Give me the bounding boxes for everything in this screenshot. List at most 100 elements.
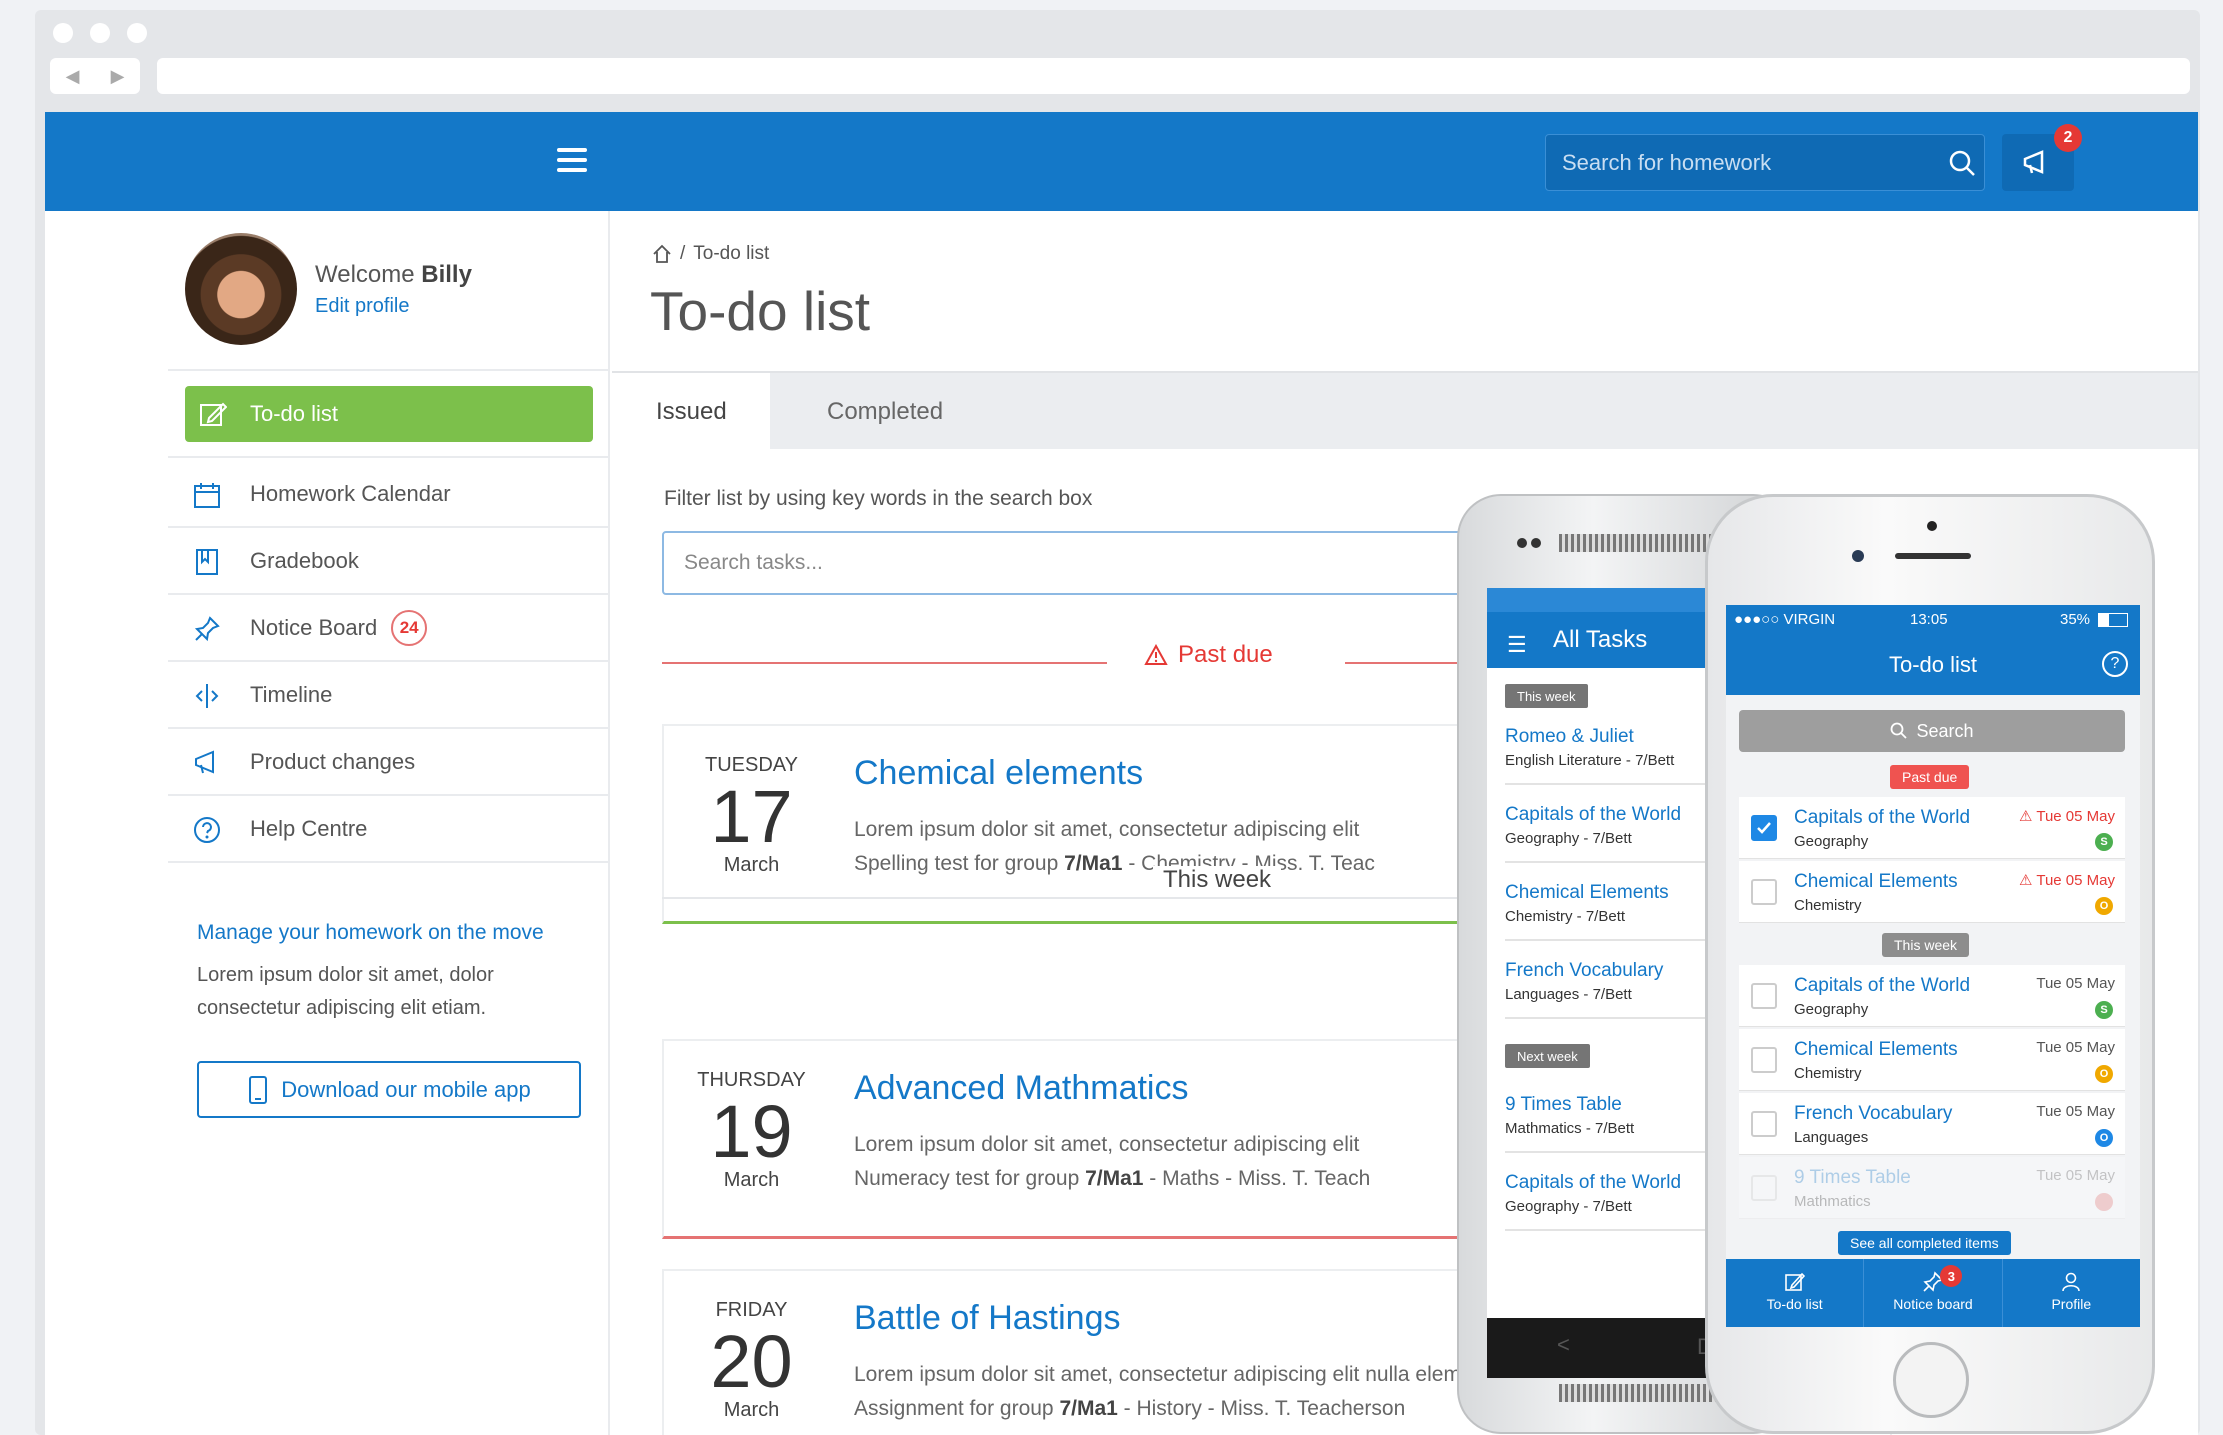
breadcrumb-current: To-do list [693,243,770,264]
list-item[interactable]: 9 Times Table Mathmatics Tue 05 May [1739,1157,2125,1219]
list-item[interactable]: Capitals of the World Geography ⚠ Tue 05 … [1739,797,2125,859]
back-icon[interactable]: < [1557,1332,1570,1358]
sidebar-item-todo-list[interactable]: To-do list [185,386,593,442]
window-minimize-dot[interactable] [90,23,110,43]
tabs: Issued Completed [612,371,2198,451]
due-date: ⚠ Tue 05 May [2019,872,2115,889]
tab-issued[interactable]: Issued [612,373,770,451]
grade-badge: O [2095,897,2113,915]
notification-badge: 2 [2054,124,2082,152]
help-icon [193,816,221,850]
pin-icon [193,615,221,649]
window-maximize-dot[interactable] [127,23,147,43]
warning-icon [1144,644,1168,665]
task-description: Lorem ipsum dolor sit amet, consectetur … [854,1363,1508,1386]
iphone-tab-bar: To-do list 3 Notice board Profile [1726,1259,2140,1327]
sidebar-item-label: Help Centre [250,816,368,841]
task-title[interactable]: Battle of Hastings [854,1299,1120,1338]
edit-icon [1784,1272,1805,1291]
download-app-label: Download our mobile app [281,1076,531,1102]
task-checkbox[interactable] [1751,879,1777,905]
help-icon[interactable]: ? [2102,651,2128,677]
avatar[interactable] [185,233,297,345]
battery-icon [2098,613,2128,627]
iphone-mockup: ●●●○○ VIRGIN 13:05 35% To-do list ? Sear… [1705,494,2155,1434]
list-item[interactable]: Capitals of the World Geography Tue 05 Ma… [1739,965,2125,1027]
tab-label: To-do list [1766,1296,1823,1312]
forward-icon[interactable]: ▶ [111,66,125,87]
task-checkbox[interactable] [1751,983,1777,1009]
iphone-search[interactable]: Search [1739,710,2125,752]
page-title: To-do list [650,280,871,342]
list-item[interactable]: Chemical Elements Chemistry ⚠ Tue 05 May … [1739,861,2125,923]
sidebar-item-label: Gradebook [250,548,359,573]
section-label: Next week [1505,1044,1590,1068]
clock-label: 13:05 [1910,611,1948,628]
sidebar: Welcome Billy Edit profile To-do list Ho… [45,211,610,1435]
user-icon [2062,1272,2081,1292]
sidebar-item-label: Notice Board [250,615,378,640]
sidebar-item-gradebook[interactable]: Gradebook [185,529,610,593]
window-close-dot[interactable] [53,23,73,43]
task-title[interactable]: Advanced Mathmatics [854,1069,1189,1108]
carrier-label: ●●●○○ VIRGIN [1734,611,1836,628]
notice-count-badge: 24 [391,610,428,646]
past-due-pill: Past due [1890,765,1970,789]
list-item[interactable]: French Vocabulary Languages Tue 05 May O [1739,1093,2125,1155]
notice-badge: 3 [1940,1265,1963,1287]
search-icon[interactable] [1940,149,1984,177]
tab-todo-list[interactable]: To-do list [1726,1259,1865,1327]
sidebar-item-help-centre[interactable]: Help Centre [185,797,610,861]
task-checkbox[interactable] [1751,1175,1777,1201]
sidebar-item-homework-calendar[interactable]: Homework Calendar [185,462,610,526]
tab-profile[interactable]: Profile [2003,1259,2140,1327]
task-meta: Assignment for group 7/Ma1 - History - M… [854,1397,1406,1420]
task-checkbox[interactable] [1751,815,1777,841]
task-date: 19 [710,1090,793,1173]
divider [168,456,610,458]
task-month: March [723,1169,780,1191]
menu-icon[interactable] [557,148,587,174]
list-item[interactable]: Chemical Elements Chemistry Tue 05 May O [1739,1029,2125,1091]
homework-search-input[interactable] [1546,149,1940,176]
breadcrumb-separator: / [680,243,686,264]
download-app-button[interactable]: Download our mobile app [197,1061,581,1118]
task-checkbox[interactable] [1751,1047,1777,1073]
tab-notice-board[interactable]: 3 Notice board [1864,1259,2003,1327]
edit-icon [199,400,228,434]
sidebar-item-timeline[interactable]: Timeline [185,663,610,727]
divider [168,727,610,729]
back-icon[interactable]: ◀ [66,66,80,87]
home-button[interactable] [1893,1342,1969,1418]
see-all-completed-button[interactable]: See all completed items [1838,1231,2011,1255]
sidebar-item-label: Timeline [250,682,333,707]
grade-badge: O [2095,1065,2113,1083]
due-date: Tue 05 May [2036,1039,2115,1056]
this-week-heading: This week [1153,866,1282,894]
sidebar-item-product-changes[interactable]: Product changes [185,730,610,794]
search-label: Search [1916,720,1974,741]
promo-title[interactable]: Manage your homework on the move [197,921,544,945]
sidebar-item-label: Homework Calendar [250,481,451,506]
home-icon[interactable] [652,244,672,264]
megaphone-icon [193,749,223,783]
due-date: Tue 05 May [2036,1103,2115,1120]
grade-badge [2095,1193,2113,1211]
task-checkbox[interactable] [1751,1111,1777,1137]
filter-hint: Filter list by using key words in the se… [664,487,1093,510]
welcome-text: Welcome Billy [315,261,472,288]
task-title[interactable]: Chemical elements [854,754,1143,793]
task-meta: Numeracy test for group 7/Ma1 - Maths - … [854,1167,1371,1190]
sidebar-item-notice-board[interactable]: Notice Board 24 [185,596,610,660]
menu-icon[interactable]: ☰ [1507,632,1527,658]
task-description: Lorem ipsum dolor sit amet, consectetur … [854,818,1360,841]
user-name: Billy [421,261,472,288]
task-date: 17 [710,775,793,858]
due-date: Tue 05 May [2036,1167,2115,1184]
iphone-header: To-do list ? [1726,635,2140,695]
notifications-button[interactable]: 2 [2002,124,2082,191]
divider [168,660,610,662]
tab-completed[interactable]: Completed [827,373,943,451]
edit-profile-link[interactable]: Edit profile [315,295,410,318]
address-bar[interactable] [157,58,2190,94]
